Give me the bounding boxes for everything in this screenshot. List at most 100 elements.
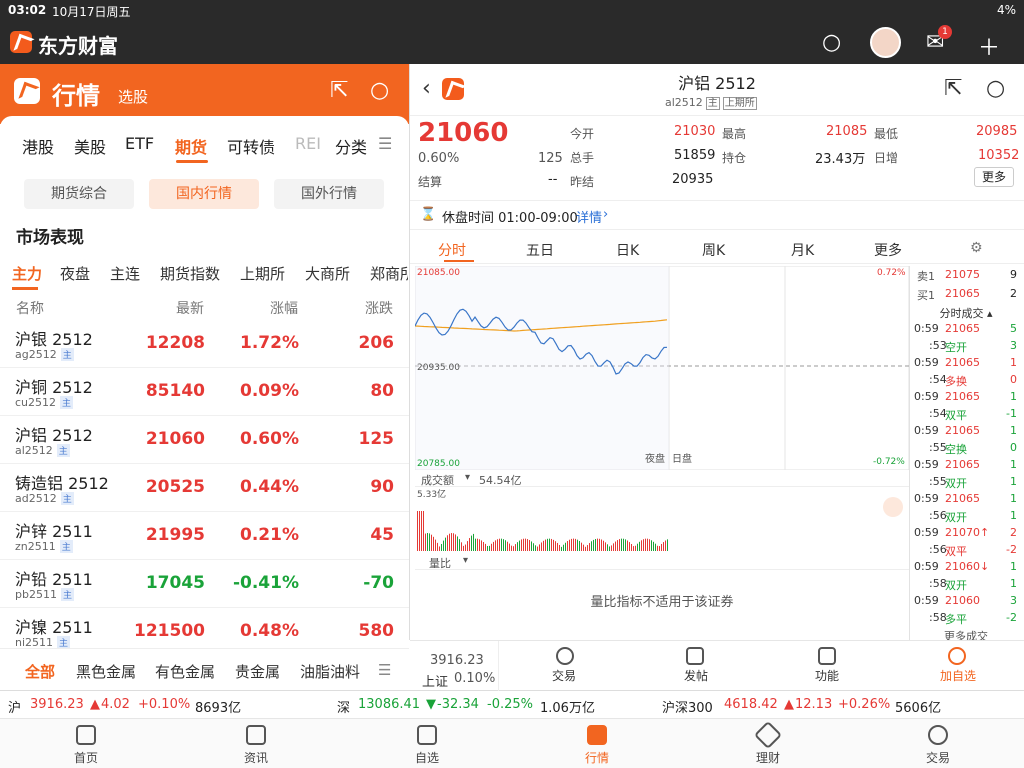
subtab-shfe[interactable]: 上期所 (240, 263, 285, 284)
volume-bar (567, 541, 568, 551)
share-icon[interactable]: ⇱ (330, 78, 348, 103)
subtab-cont[interactable]: 主连 (110, 263, 140, 284)
status-time: 03:02 (8, 3, 47, 17)
nav-trade[interactable]: 交易 (908, 723, 968, 766)
seg-foreign[interactable]: 国外行情 (274, 179, 384, 209)
ticker-amt: 5606亿 (895, 701, 942, 716)
tab-weekk[interactable]: 周K (702, 240, 725, 260)
subtab-night[interactable]: 夜盘 (60, 263, 90, 284)
subtab-dce[interactable]: 大商所 (305, 263, 350, 284)
tab-more[interactable]: 更多 (874, 240, 902, 260)
yen-icon[interactable] (556, 647, 574, 665)
tab-category[interactable]: 分类 (335, 134, 367, 158)
lb-label[interactable]: 量比 (429, 555, 451, 571)
tab-us[interactable]: 美股 (74, 134, 106, 158)
col-pct[interactable]: 涨幅 (270, 298, 298, 318)
tab-hk[interactable]: 港股 (22, 134, 54, 158)
search-icon[interactable]: ○ (370, 78, 389, 103)
header-sub[interactable]: 选股 (118, 86, 148, 107)
more-button[interactable]: 更多 (974, 167, 1014, 187)
nav-home[interactable]: 首页 (56, 723, 116, 766)
tab-etf[interactable]: ETF (125, 134, 154, 153)
volume-bar (479, 539, 480, 551)
home-icon (76, 725, 96, 745)
tab-dayk[interactable]: 日K (616, 240, 639, 260)
subtab-index[interactable]: 期货指数 (160, 263, 220, 284)
header-title[interactable]: 行情 (52, 76, 100, 111)
tab-cb[interactable]: 可转债 (227, 134, 275, 158)
list-item[interactable]: 沪锌 2511 zn2511 主 21995 0.21% 45 (0, 512, 409, 560)
volume-bar (499, 538, 500, 551)
grid-icon[interactable] (818, 647, 836, 665)
volume-bar (651, 540, 652, 551)
volume-bar (541, 542, 542, 551)
share-icon[interactable]: ⇱ (944, 76, 962, 101)
post-button[interactable]: 发帖 (666, 667, 726, 684)
ob-price: 21075 (945, 268, 980, 281)
dropdown-icon[interactable]: ▾ (465, 472, 470, 483)
volume-label[interactable]: 成交额 (421, 472, 454, 488)
volume-bar (455, 534, 456, 551)
col-chg[interactable]: 涨跌 (365, 298, 405, 318)
volume-bar (483, 541, 484, 551)
chart-top-pct: 0.72% (877, 268, 906, 278)
nav-news[interactable]: 资讯 (226, 723, 286, 766)
cat-precious[interactable]: 贵金属 (235, 661, 280, 682)
volume-bar (629, 542, 630, 551)
nav-watchlist[interactable]: 自选 (397, 723, 457, 766)
list-item[interactable]: 铸造铝 2512 ad2512 主 20525 0.44% 90 (0, 464, 409, 512)
function-button[interactable]: 功能 (797, 667, 857, 684)
intraday-chart[interactable]: 21085.00 20935.00 20785.00 0.72% -0.72% … (415, 266, 909, 470)
cat-oils[interactable]: 油脂油料 (300, 661, 360, 682)
more-trades[interactable]: 更多成交 (911, 628, 1021, 640)
trade-vol: -2 (1006, 543, 1017, 556)
volume-bar (619, 539, 620, 551)
index-ticker[interactable]: 沪 3916.23 ▲ 4.02 +0.10% 8693亿 深 13086.41… (0, 690, 1024, 718)
cat-nonferrous[interactable]: 有色金属 (155, 661, 215, 682)
search-icon[interactable]: ○ (986, 76, 1005, 101)
trade-button[interactable]: 交易 (534, 667, 594, 684)
chart-icon (587, 725, 607, 745)
cat-all[interactable]: 全部 (25, 661, 55, 682)
search-icon[interactable]: ○ (822, 30, 841, 55)
trade-price: 21070↑ (945, 526, 990, 539)
list-item[interactable]: 沪铜 2512 cu2512 主 85140 0.09% 80 (0, 368, 409, 416)
dropdown-icon[interactable]: ▾ (463, 555, 468, 566)
tab-reit[interactable]: REI (295, 134, 321, 153)
plus-circle-icon[interactable] (948, 647, 966, 665)
nav-wealth[interactable]: 理财 (738, 720, 798, 766)
add-watch-button[interactable]: 加自选 (928, 667, 988, 684)
list-item[interactable]: 沪银 2512 ag2512 主 12208 1.72% 206 (0, 320, 409, 368)
divider (498, 641, 499, 691)
subtab-main[interactable]: 主力 (12, 263, 42, 284)
ob-label: 买1 (917, 289, 935, 302)
item-code: pb2511 主 (15, 588, 74, 601)
menu-icon[interactable]: ☰ (378, 661, 391, 679)
gear-icon[interactable]: ⚙ (970, 240, 983, 256)
plus-icon[interactable]: ＋ (978, 30, 1000, 62)
detail-link[interactable]: 详情 (576, 207, 602, 226)
menu-icon[interactable]: ☰ (378, 134, 392, 153)
pause-bar: ⌛ 休盘时间 01:00-09:00 详情 › (410, 200, 1024, 230)
seg-overview[interactable]: 期货综合 (24, 179, 134, 209)
expand-icon[interactable] (883, 497, 903, 517)
pen-icon[interactable] (686, 647, 704, 665)
nav-market[interactable]: 行情 (567, 723, 627, 766)
subtab-czce[interactable]: 郑商所 (370, 263, 408, 284)
tab-monthk[interactable]: 月K (791, 240, 814, 260)
list-item[interactable]: 沪铝 2512 al2512 主 21060 0.60% 125 (0, 416, 409, 464)
tab-futures[interactable]: 期货 (175, 134, 207, 158)
cat-ferrous[interactable]: 黑色金属 (76, 661, 136, 682)
trades-title-text: 分时成交 (939, 307, 984, 320)
volume-bar (565, 542, 566, 551)
col-last[interactable]: 最新 (176, 298, 204, 318)
q-label: 最高 (722, 127, 747, 141)
trade-row: :54 多换 0 (911, 373, 1021, 390)
tab-intraday[interactable]: 分时 (438, 240, 466, 260)
list-item[interactable]: 沪铅 2511 pb2511 主 17045 -0.41% -70 (0, 560, 409, 608)
avatar[interactable] (870, 27, 901, 58)
tab-5day[interactable]: 五日 (526, 240, 554, 260)
item-code-text: al2512 (15, 444, 53, 457)
item-name: 沪铅 2511 (15, 570, 93, 589)
seg-domestic[interactable]: 国内行情 (149, 179, 259, 209)
